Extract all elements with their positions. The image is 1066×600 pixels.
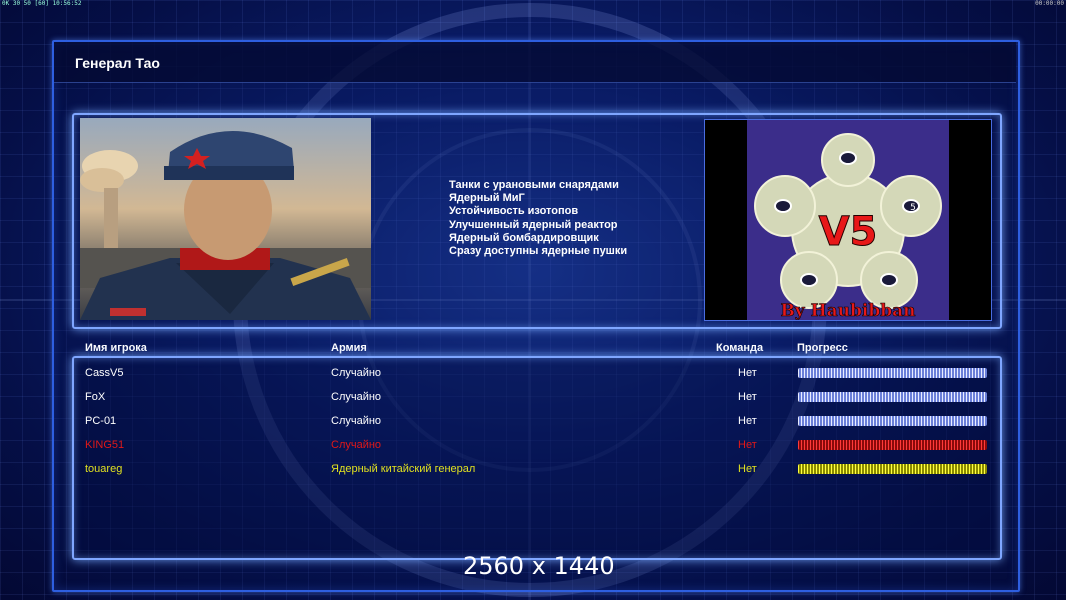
column-header-army: Армия — [331, 342, 367, 354]
player-progress-bar — [798, 440, 987, 450]
player-progress-bar — [798, 416, 987, 426]
player-army: Ядерный китайский генерал — [331, 463, 476, 475]
resolution-watermark: 2560 x 1440 — [463, 552, 615, 580]
player-name: PC-01 — [85, 415, 117, 427]
player-team: Нет — [738, 439, 757, 451]
player-team: Нет — [738, 391, 757, 403]
column-header-player: Имя игрока — [85, 342, 147, 354]
ability-item: Ядерный МиГ — [449, 192, 525, 205]
ability-item: Устойчивость изотопов — [449, 205, 579, 218]
player-name: FoX — [85, 391, 106, 403]
player-name: touareg — [85, 463, 123, 475]
ability-item: Сразу доступны ядерные пушки — [449, 245, 628, 258]
player-team: Нет — [738, 367, 757, 379]
player-team: Нет — [738, 415, 757, 427]
player-name: KING51 — [85, 439, 125, 451]
general-abilities-list: Танки с урановыми снарядами Ядерный МиГ … — [449, 179, 627, 258]
player-progress-bar — [798, 368, 987, 378]
ability-item: Танки с урановыми снарядами — [449, 179, 619, 191]
map-title: V5 — [819, 209, 878, 255]
player-progress-bar — [798, 464, 987, 474]
map-start-marker: 5 — [910, 203, 916, 213]
player-army: Случайно — [331, 391, 382, 403]
players-table-panel — [72, 356, 1002, 560]
general-portrait — [80, 118, 371, 320]
column-header-team: Команда — [716, 342, 764, 354]
map-caption: By Haubibban — [780, 301, 915, 320]
player-progress-bar — [798, 392, 987, 402]
title-bar — [54, 42, 1016, 83]
player-army: Случайно — [331, 367, 382, 379]
general-title: Генерал Тао — [75, 55, 160, 71]
column-header-progress: Прогресс — [797, 342, 848, 354]
ability-item: Ядерный бомбардировщик — [449, 231, 599, 244]
player-team: Нет — [738, 463, 757, 475]
player-name: CassV5 — [85, 367, 124, 379]
player-army: Случайно — [331, 439, 382, 451]
ability-item: Улучшенный ядерный реактор — [449, 218, 618, 231]
player-army: Случайно — [331, 415, 382, 427]
clock-text: 00:00:00 — [1035, 0, 1064, 7]
map-preview: 5 V5 By Haubibban — [704, 119, 992, 321]
status-bar: 0K 30 50 [60] 10:56:52 00:00:00 — [0, 0, 1066, 8]
status-text: 0K 30 50 [60] 10:56:52 — [2, 0, 82, 7]
